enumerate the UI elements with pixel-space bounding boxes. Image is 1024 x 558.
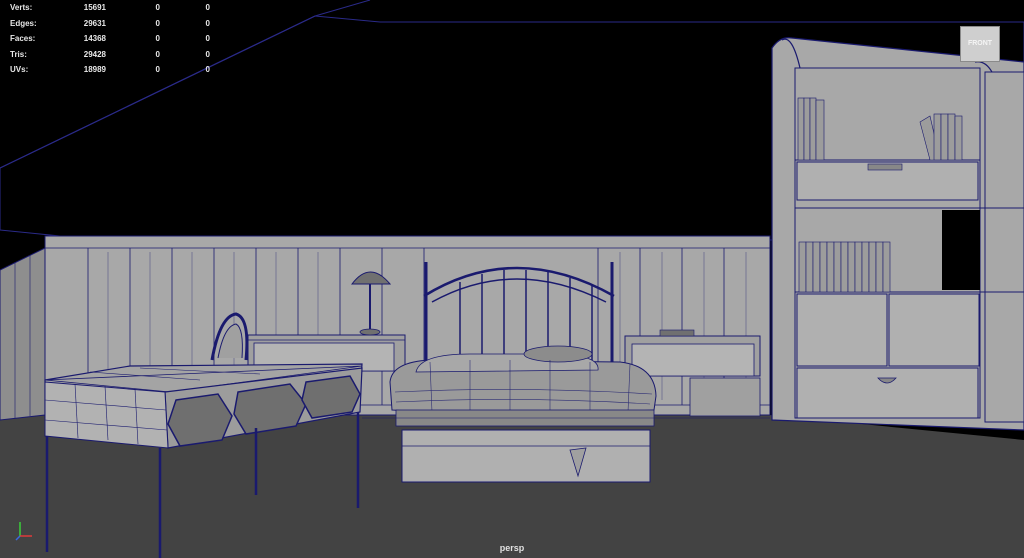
- hud-row: Edges: 29631 0 0: [10, 16, 210, 32]
- hud-stat-label: Faces:: [10, 34, 36, 43]
- hud-row: Faces: 14368 0 0: [10, 31, 210, 47]
- hud-stat-selected: 0: [155, 18, 160, 28]
- hud-stat-component: 0: [205, 18, 210, 28]
- hud-stat-label: UVs:: [10, 65, 29, 74]
- perspective-viewport[interactable]: [0, 0, 1024, 558]
- camera-name-label: persp: [499, 543, 525, 553]
- hud-stat-selected: 0: [155, 34, 160, 43]
- hud-row: Tris: 29428 0 0: [10, 47, 210, 63]
- hud-row: Verts: 15691 0 0: [10, 0, 210, 16]
- hud-stat-component: 0: [205, 49, 210, 59]
- hud-stat-total: 29631: [83, 18, 106, 28]
- left-wall: [0, 247, 46, 421]
- hud-stat-selected: 0: [155, 49, 160, 59]
- poly-count-hud: Verts: 15691 0 0 Edges: 29631 0 0 Faces: 14368 0 0 T…: [10, 0, 210, 78]
- hud-stat-total: 29428: [83, 49, 106, 59]
- bookshelf: [771, 37, 1024, 431]
- hud-row: UVs: 18989 0 0: [10, 62, 210, 78]
- hud-stat-component: 0: [205, 3, 210, 12]
- hud-stat-component: 0: [205, 34, 210, 43]
- hud-stat-label: Edges:: [10, 18, 37, 28]
- hud-stat-label: Verts:: [10, 3, 33, 12]
- hud-stat-component: 0: [205, 65, 210, 74]
- axis-gizmo-icon: [15, 522, 32, 541]
- hud-stat-label: Tris:: [10, 49, 27, 59]
- hud-stat-selected: 0: [155, 65, 160, 74]
- hud-stat-total: 15691: [83, 3, 106, 12]
- hud-stat-total: 18989: [83, 65, 106, 74]
- hud-stat-total: 14368: [83, 34, 106, 43]
- hud-stat-selected: 0: [155, 3, 160, 12]
- trundle-drawer: [401, 429, 651, 483]
- view-cube-icon[interactable]: FRONT: [960, 26, 1000, 62]
